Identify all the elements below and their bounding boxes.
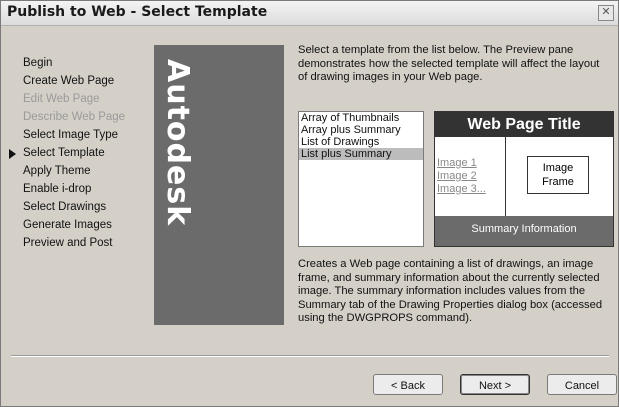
preview-title: Web Page Title — [435, 112, 613, 137]
wizard-step-enable-i-drop: Enable i-drop — [23, 183, 153, 201]
preview-links: Image 1 Image 2 Image 3... — [437, 157, 503, 196]
divider — [11, 355, 609, 357]
template-list-item[interactable]: List of Drawings — [299, 136, 423, 148]
preview-link-3: Image 3... — [437, 183, 486, 195]
wizard-step-describe-web-page: Describe Web Page — [23, 111, 153, 129]
wizard-step-begin: Begin — [23, 57, 153, 75]
wizard-step-label: Begin — [23, 57, 53, 69]
back-button[interactable]: < Back — [373, 374, 443, 395]
wizard-step-preview-and-post: Preview and Post — [23, 237, 153, 255]
template-list[interactable]: Array of Thumbnails Array plus Summary Lis… — [298, 111, 424, 247]
wizard-step-select-template: Select Template — [9, 147, 153, 165]
dialog-window: Publish to Web - Select Template ✕ Begin… — [0, 0, 619, 407]
wizard-step-label: Apply Theme — [23, 165, 91, 177]
wizard-step-select-drawings: Select Drawings — [23, 201, 153, 219]
image-frame-line1: Image — [542, 162, 574, 174]
preview-divider — [505, 137, 506, 216]
template-list-item[interactable]: Array of Thumbnails — [299, 112, 423, 124]
arrow-right-icon — [9, 149, 16, 159]
wizard-step-create-web-page: Create Web Page — [23, 75, 153, 93]
wizard-step-label: Select Drawings — [23, 201, 107, 213]
preview-summary: Summary Information — [435, 216, 613, 246]
preview-link-1: Image 1 — [437, 157, 477, 169]
template-list-item[interactable]: List plus Summary — [299, 148, 423, 160]
preview-pane: Web Page Title Image 1 Image 2 Image 3..… — [434, 111, 614, 247]
title-bar: Publish to Web - Select Template ✕ — [1, 1, 618, 26]
autodesk-logo: Autodesk — [160, 59, 195, 227]
image-frame-line2: Frame — [542, 176, 574, 188]
wizard-step-label: Create Web Page — [23, 75, 115, 87]
template-detail-text: Creates a Web page containing a list of … — [298, 258, 603, 324]
close-icon[interactable]: ✕ — [598, 5, 614, 21]
wizard-step-edit-web-page: Edit Web Page — [23, 93, 153, 111]
wizard-step-label: Generate Images — [23, 219, 112, 231]
cancel-button[interactable]: Cancel — [547, 374, 617, 395]
wizard-step-label: Select Image Type — [23, 129, 119, 141]
preview-link-2: Image 2 — [437, 170, 477, 182]
wizard-steps: Begin Create Web Page Edit Web Page Describ… — [9, 57, 153, 255]
wizard-step-label: Enable i-drop — [23, 183, 92, 195]
wizard-step-label: Describe Web Page — [23, 111, 126, 123]
wizard-step-label: Preview and Post — [23, 237, 113, 249]
wizard-step-apply-theme: Apply Theme — [23, 165, 153, 183]
logo-panel: Autodesk — [154, 45, 284, 325]
image-frame: Image Frame — [527, 156, 589, 194]
description-text: Select a template from the list below. T… — [298, 44, 600, 83]
wizard-step-label: Edit Web Page — [23, 93, 100, 105]
wizard-step-label: Select Template — [23, 147, 105, 159]
template-list-item[interactable]: Array plus Summary — [299, 124, 423, 136]
wizard-step-select-image-type: Select Image Type — [23, 129, 153, 147]
wizard-step-generate-images: Generate Images — [23, 219, 153, 237]
next-button[interactable]: Next > — [460, 374, 530, 395]
window-title: Publish to Web - Select Template — [7, 4, 268, 20]
